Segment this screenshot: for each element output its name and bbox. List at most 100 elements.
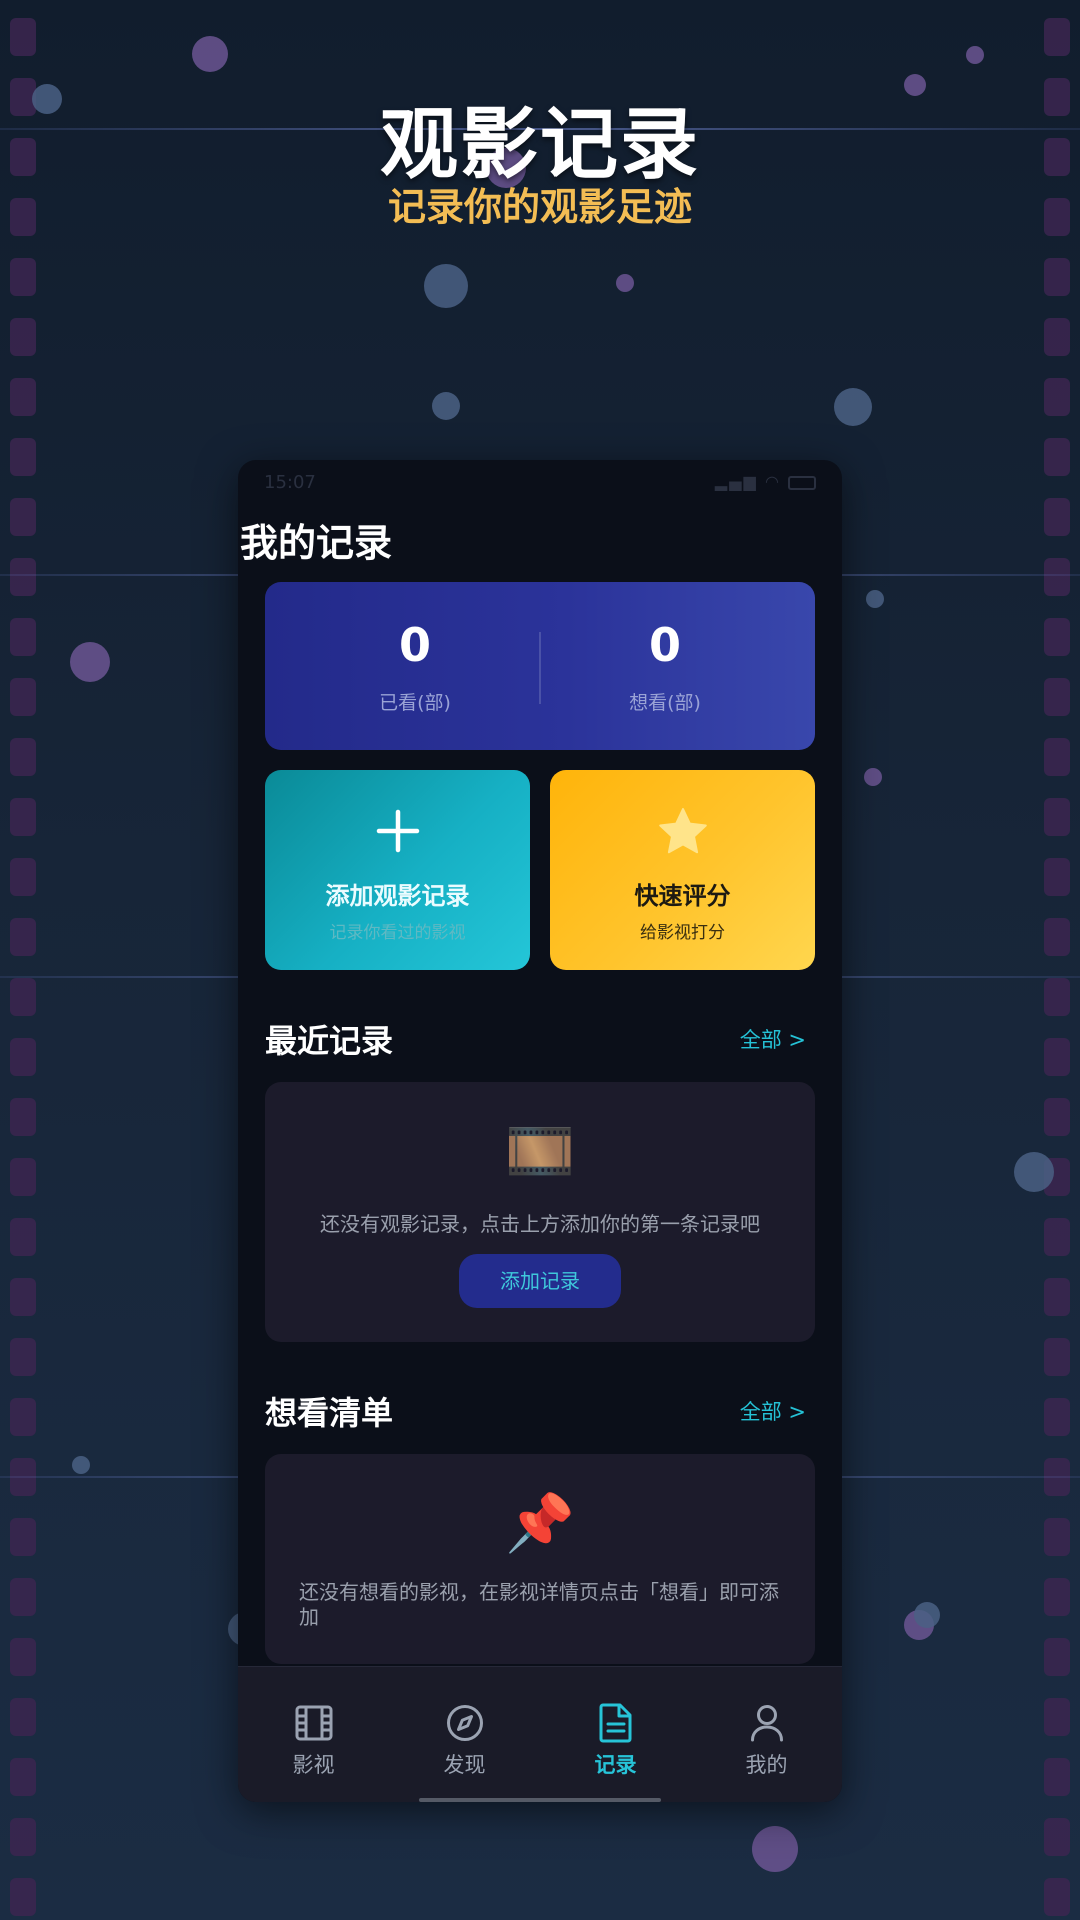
stat-want-label: 想看(部) (629, 692, 701, 714)
film-perforation (10, 1218, 36, 1256)
stat-watched[interactable]: 0 已看(部) (315, 622, 515, 715)
film-perforation (1044, 918, 1070, 956)
film-perforation (1044, 678, 1070, 716)
bokeh-dot (1014, 1152, 1054, 1192)
film-perforation (1044, 1758, 1070, 1796)
recent-empty-card: 🎞️ 还没有观影记录，点击上方添加你的第一条记录吧 添加记录 (265, 1082, 815, 1342)
stat-watched-value: 0 (398, 618, 431, 672)
stat-divider (539, 632, 541, 704)
film-perforation (10, 858, 36, 896)
film-perforation (1044, 438, 1070, 476)
add-record-button[interactable]: 添加记录 (459, 1254, 621, 1308)
film-strip-left (10, 0, 36, 1920)
film-icon (238, 1703, 389, 1743)
quick-rate-card[interactable]: 快速评分 给影视打分 (550, 770, 815, 970)
film-frame-icon: 🎞️ (505, 1119, 575, 1184)
film-perforation (10, 258, 36, 296)
stat-watched-label: 已看(部) (379, 692, 451, 714)
bokeh-dot (966, 46, 984, 64)
film-perforation (1044, 618, 1070, 656)
film-perforation (1044, 1038, 1070, 1076)
film-perforation (1044, 1098, 1070, 1136)
film-perforation (10, 1878, 36, 1916)
film-perforation (10, 1758, 36, 1796)
status-bar: 15:07 ▂▄▆ ◠ (238, 460, 842, 506)
status-icons: ▂▄▆ ◠ (715, 472, 816, 491)
film-perforation (1044, 18, 1070, 56)
tab-movies[interactable]: 影视 (238, 1703, 389, 1779)
add-record-card[interactable]: 添加观影记录 记录你看过的影视 (265, 770, 530, 970)
film-perforation (1044, 1818, 1070, 1856)
tab-discover-label: 发现 (443, 1753, 486, 1777)
film-perforation (1044, 258, 1070, 296)
phone-screen: 15:07 ▂▄▆ ◠ 我的记录 0 已看(部) 0 想看(部) 添加观影记录 … (238, 460, 842, 1802)
film-perforation (1044, 1578, 1070, 1616)
recent-empty-text: 还没有观影记录，点击上方添加你的第一条记录吧 (320, 1212, 760, 1236)
stats-card: 0 已看(部) 0 想看(部) (265, 582, 815, 750)
add-record-title: 添加观影记录 (325, 882, 470, 910)
film-perforation (10, 1818, 36, 1856)
wishlist-section-title: 想看清单 (265, 1394, 394, 1432)
film-perforation (10, 1398, 36, 1436)
add-record-subtitle: 记录你看过的影视 (329, 923, 466, 943)
tab-movies-label: 影视 (292, 1753, 335, 1777)
wifi-icon: ◠ (764, 472, 781, 491)
wishlist-view-all-link[interactable]: 全部 > (740, 1396, 806, 1426)
bokeh-dot (834, 388, 872, 426)
film-perforation (10, 1638, 36, 1676)
film-perforation (10, 498, 36, 536)
plus-icon (265, 806, 530, 856)
film-perforation (1044, 798, 1070, 836)
quick-rate-title: 快速评分 (634, 882, 731, 910)
film-strip-right (1044, 0, 1070, 1920)
film-perforation (1044, 1398, 1070, 1436)
page-title: 我的记录 (240, 521, 393, 565)
film-perforation (10, 378, 36, 416)
film-perforation (10, 438, 36, 476)
tab-profile[interactable]: 我的 (691, 1703, 842, 1779)
recent-view-all-link[interactable]: 全部 > (740, 1024, 806, 1054)
film-perforation (10, 738, 36, 776)
film-perforation (1044, 1338, 1070, 1376)
stat-want-value: 0 (648, 618, 681, 672)
compass-icon (389, 1703, 540, 1743)
film-perforation (10, 918, 36, 956)
film-perforation (10, 1038, 36, 1076)
film-perforation (10, 798, 36, 836)
stat-want[interactable]: 0 想看(部) (565, 622, 765, 715)
film-perforation (10, 1158, 36, 1196)
bokeh-dot (616, 274, 634, 292)
film-perforation (1044, 858, 1070, 896)
film-perforation (1044, 1218, 1070, 1256)
film-perforation (10, 678, 36, 716)
pushpin-icon: 📌 (505, 1491, 575, 1556)
film-perforation (10, 1338, 36, 1376)
quick-rate-subtitle: 给影视打分 (640, 923, 725, 943)
film-perforation (1044, 498, 1070, 536)
film-perforation (1044, 318, 1070, 356)
film-perforation (1044, 558, 1070, 596)
document-icon (540, 1703, 691, 1743)
film-perforation (10, 18, 36, 56)
film-perforation (10, 558, 36, 596)
bokeh-dot (70, 642, 110, 682)
film-perforation (1044, 1278, 1070, 1316)
film-perforation (1044, 1878, 1070, 1916)
film-perforation (1044, 378, 1070, 416)
user-icon (691, 1703, 842, 1743)
tab-records[interactable]: 记录 (540, 1703, 691, 1779)
bokeh-dot (752, 1826, 798, 1872)
hero-subtitle: 记录你的观影足迹 (387, 185, 692, 229)
film-perforation (10, 978, 36, 1016)
bokeh-dot (432, 392, 460, 420)
tab-discover[interactable]: 发现 (389, 1703, 540, 1779)
film-perforation (10, 1278, 36, 1316)
home-indicator (419, 1798, 661, 1802)
film-perforation (1044, 1518, 1070, 1556)
bottom-tab-bar: 影视 发现 记录 我的 (238, 1666, 842, 1802)
film-perforation (1044, 978, 1070, 1016)
signal-icon: ▂▄▆ (714, 472, 758, 491)
wishlist-empty-text: 还没有想看的影视，在影视详情页点击「想看」即可添加 (299, 1580, 779, 1629)
film-perforation (1044, 1698, 1070, 1736)
star-icon (550, 806, 815, 856)
